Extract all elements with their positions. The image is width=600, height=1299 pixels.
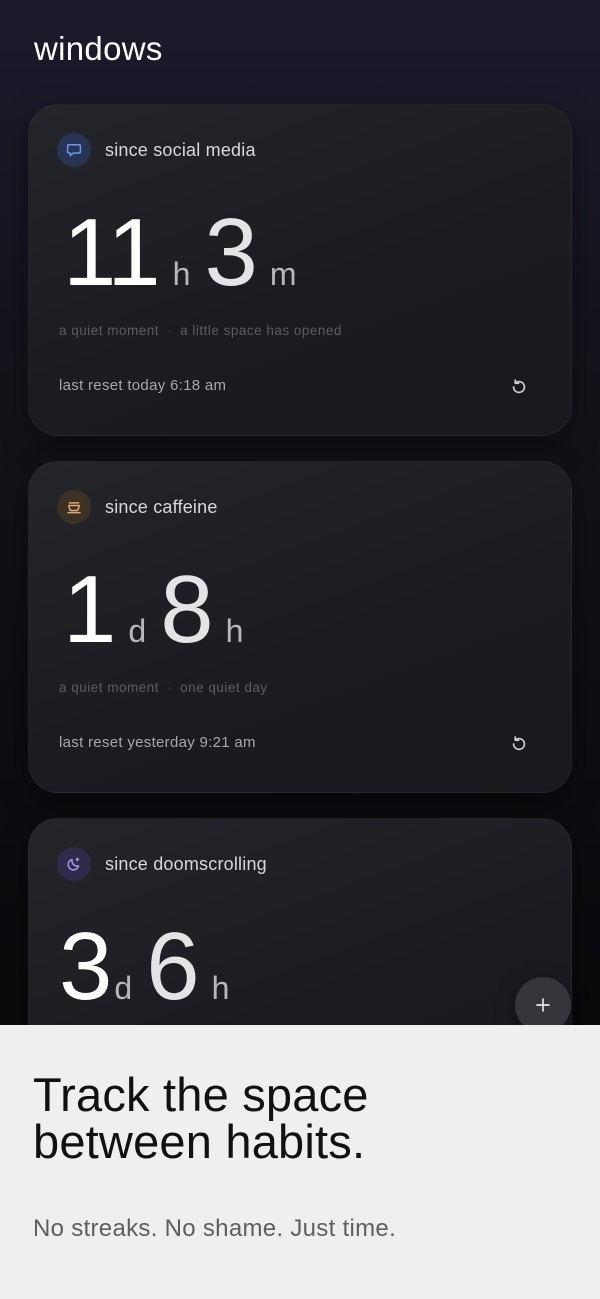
elapsed-secondary-unit: h bbox=[211, 970, 230, 1006]
plus-icon bbox=[536, 998, 550, 1012]
card-label: since caffeine bbox=[105, 496, 218, 517]
moon-stars-icon bbox=[57, 847, 91, 881]
chat-bubble-icon bbox=[57, 133, 91, 167]
meta-mood: a quiet moment bbox=[59, 680, 160, 695]
meta-separator: · bbox=[167, 323, 173, 338]
reset-icon[interactable] bbox=[507, 732, 531, 756]
app-title: windows bbox=[34, 30, 163, 67]
card-header: since caffeine bbox=[57, 490, 218, 524]
last-reset-text: last reset yesterday 9:21 am bbox=[59, 734, 256, 751]
headline-line-1: Track the space bbox=[33, 1068, 369, 1121]
card-label: since social media bbox=[105, 139, 256, 160]
card-meta: a quiet moment · one quiet day bbox=[59, 680, 268, 695]
card-header: since doomscrolling bbox=[57, 847, 267, 881]
card-label: since doomscrolling bbox=[105, 853, 267, 874]
last-reset-text: last reset today 6:18 am bbox=[59, 377, 227, 394]
elapsed-time: 3 d 6 h bbox=[59, 919, 229, 1015]
elapsed-time: 1 d 8 h bbox=[63, 562, 243, 658]
promo-panel: Track the space between habits. No strea… bbox=[0, 1025, 600, 1299]
elapsed-primary-unit: d bbox=[128, 613, 147, 649]
promo-headline: Track the space between habits. bbox=[33, 1071, 573, 1165]
elapsed-time: 11 h 3 m bbox=[63, 205, 297, 301]
timer-card-doomscrolling[interactable]: since doomscrolling 3 d 6 h bbox=[28, 818, 572, 1025]
elapsed-secondary-value: 6 bbox=[146, 913, 199, 1020]
elapsed-secondary-unit: h bbox=[225, 613, 244, 649]
elapsed-secondary-value: 3 bbox=[204, 199, 257, 306]
elapsed-primary-value: 1 bbox=[63, 556, 116, 663]
meta-milestone: one quiet day bbox=[180, 680, 268, 695]
headline-line-2: between habits. bbox=[33, 1115, 366, 1168]
elapsed-secondary-unit: m bbox=[269, 256, 297, 292]
coffee-cup-icon bbox=[57, 490, 91, 524]
meta-milestone: a little space has opened bbox=[180, 323, 342, 338]
elapsed-secondary-value: 8 bbox=[160, 556, 213, 663]
reset-icon[interactable] bbox=[507, 375, 531, 399]
meta-mood: a quiet moment bbox=[59, 323, 160, 338]
elapsed-primary-value: 11 bbox=[63, 199, 161, 306]
timer-card-social-media[interactable]: since social media 11 h 3 m a quiet mome… bbox=[28, 104, 572, 436]
app-screen: windows since social media 11 h 3 m a qu… bbox=[0, 0, 600, 1025]
elapsed-primary-value: 3 bbox=[59, 913, 112, 1020]
elapsed-primary-unit: h bbox=[172, 256, 191, 292]
promo-subline: No streaks. No shame. Just time. bbox=[33, 1215, 397, 1242]
elapsed-primary-unit: d bbox=[114, 970, 133, 1006]
timer-card-caffeine[interactable]: since caffeine 1 d 8 h a quiet moment · on… bbox=[28, 461, 572, 793]
card-header: since social media bbox=[57, 133, 256, 167]
meta-separator: · bbox=[167, 680, 173, 695]
card-meta: a quiet moment · a little space has opened bbox=[59, 323, 342, 338]
